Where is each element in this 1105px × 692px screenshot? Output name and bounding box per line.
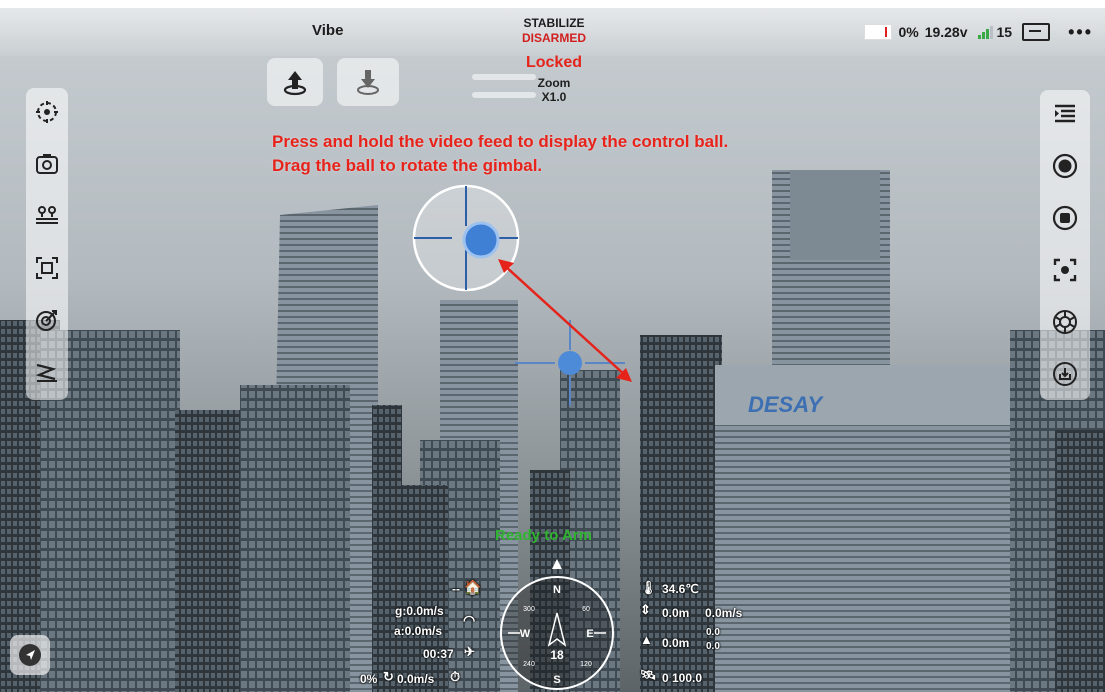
flight-time: 00:37 xyxy=(423,647,454,661)
navigation-icon xyxy=(19,644,41,666)
compass-north: N xyxy=(553,584,561,596)
flight-time-icon: ✈ xyxy=(464,644,475,659)
compass-tick-sw: 240 xyxy=(523,661,535,668)
navigation-button[interactable] xyxy=(10,635,50,675)
altitude-sub-bottom: 0.0 xyxy=(706,641,720,652)
air-speed: a:0.0m/s xyxy=(394,624,443,638)
compass[interactable]: N S W E 300 60 240 120 18 xyxy=(498,555,616,692)
compass-east: E xyxy=(586,628,593,640)
compass-tick-se: 120 xyxy=(580,661,592,668)
vertical-speed-icon: ↻ xyxy=(383,669,394,684)
height-icon: ⇕ xyxy=(640,602,651,617)
compass-tick-nw: 300 xyxy=(523,606,535,613)
gimbal-position-dot xyxy=(558,351,582,375)
temperature: 34.6℃ xyxy=(662,582,699,596)
height-speed: 0.0m/s xyxy=(705,606,743,620)
vertical-speed: 0.0m/s xyxy=(397,672,435,686)
home-distance: -- xyxy=(452,582,460,596)
throttle: 0% xyxy=(360,672,378,686)
compass-tick-ne: 60 xyxy=(582,606,590,613)
compass-heading-marker xyxy=(552,559,562,569)
compass-heading: 18 xyxy=(550,648,564,662)
ground-speed: g:0.0m/s xyxy=(395,604,444,618)
altitude: 0.0m xyxy=(662,636,690,650)
ready-to-arm-message: Ready to Arm xyxy=(495,527,592,544)
compass-west: W xyxy=(520,628,531,640)
compass-south: S xyxy=(553,674,560,686)
home-icon: 🏠 xyxy=(464,579,482,595)
satellite-icon: 🛰 xyxy=(640,667,657,682)
gps-readout: 0 100.0 xyxy=(662,671,703,685)
control-ball xyxy=(462,221,500,259)
speed-gauge-icon: ◠ xyxy=(463,612,476,628)
thermometer-icon: 🌡 xyxy=(640,580,657,595)
relative-height: 0.0m xyxy=(662,606,690,620)
altitude-sub-top: 0.0 xyxy=(706,627,720,638)
clock-icon: ⏱ xyxy=(450,669,461,684)
mountain-icon: ▲ xyxy=(640,632,653,647)
